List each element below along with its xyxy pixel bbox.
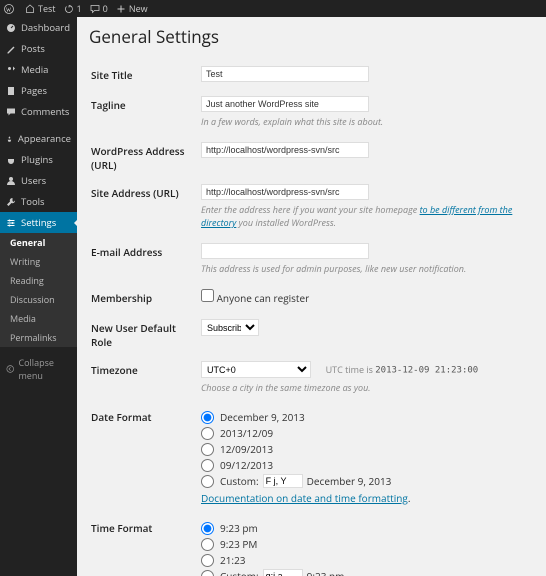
date-format-radio-2[interactable] — [201, 443, 214, 456]
settings-submenu: General Writing Reading Discussion Media… — [0, 233, 77, 347]
wp-url-input[interactable] — [201, 142, 369, 158]
submenu-general[interactable]: General — [0, 233, 77, 252]
utc-prefix: UTC time is — [326, 363, 376, 376]
tagline-label: Tagline — [91, 92, 199, 136]
menu-tools[interactable]: Tools — [0, 191, 77, 212]
time-custom-input[interactable] — [263, 569, 303, 576]
tagline-input[interactable] — [201, 96, 369, 112]
role-select[interactable]: Subscriber — [201, 319, 259, 336]
updates-link[interactable]: 1 — [64, 2, 82, 15]
email-label: E-mail Address — [91, 239, 199, 283]
timezone-select[interactable]: UTC+0 — [201, 361, 311, 378]
utc-time: 2013-12-09 21:23:00 — [375, 366, 478, 376]
menu-appearance[interactable]: Appearance — [0, 128, 77, 149]
main-content: General Settings Site Title Tagline In a… — [77, 17, 546, 576]
site-url-input[interactable] — [201, 184, 369, 200]
menu-dashboard[interactable]: Dashboard — [0, 17, 77, 38]
time-format-label: Time Format — [91, 515, 199, 576]
time-format-radio-custom[interactable] — [201, 570, 214, 576]
collapse-menu[interactable]: Collapse menu — [0, 351, 77, 387]
date-format-radio-1[interactable] — [201, 427, 214, 440]
submenu-reading[interactable]: Reading — [0, 271, 77, 290]
date-format-radio-3[interactable] — [201, 459, 214, 472]
submenu-media[interactable]: Media — [0, 309, 77, 328]
date-format-radio-custom[interactable] — [201, 475, 214, 488]
membership-checkbox-label: Anyone can register — [217, 291, 310, 305]
date-format-label: Date Format — [91, 404, 199, 513]
menu-users[interactable]: Users — [0, 170, 77, 191]
site-title-input[interactable] — [201, 66, 369, 82]
submenu-discussion[interactable]: Discussion — [0, 290, 77, 309]
site-link[interactable]: Test — [25, 2, 56, 15]
new-content-link[interactable]: New — [116, 2, 148, 15]
site-url-desc: Enter the address here if you want your … — [201, 203, 532, 229]
date-doc-link[interactable]: Documentation on date and time formattin… — [201, 491, 408, 505]
membership-checkbox[interactable] — [201, 289, 214, 302]
menu-plugins[interactable]: Plugins — [0, 149, 77, 170]
menu-pages[interactable]: Pages — [0, 80, 77, 101]
date-format-radio-0[interactable] — [201, 411, 214, 424]
menu-settings[interactable]: Settings — [0, 212, 77, 233]
date-custom-input[interactable] — [263, 474, 303, 488]
submenu-writing[interactable]: Writing — [0, 252, 77, 271]
admin-sidebar: Dashboard Posts Media Pages Comments App… — [0, 17, 77, 576]
page-title: General Settings — [89, 25, 534, 48]
submenu-permalinks[interactable]: Permalinks — [0, 328, 77, 347]
site-url-label: Site Address (URL) — [91, 180, 199, 237]
timezone-desc: Choose a city in the same timezone as yo… — [201, 381, 532, 394]
time-format-radio-2[interactable] — [201, 554, 214, 567]
comments-link[interactable]: 0 — [90, 2, 108, 15]
role-label: New User Default Role — [91, 315, 199, 355]
menu-posts[interactable]: Posts — [0, 38, 77, 59]
tagline-desc: In a few words, explain what this site i… — [201, 115, 532, 128]
menu-comments[interactable]: Comments — [0, 101, 77, 122]
wp-url-label: WordPress Address (URL) — [91, 138, 199, 178]
time-format-radio-1[interactable] — [201, 538, 214, 551]
email-desc: This address is used for admin purposes,… — [201, 262, 532, 275]
timezone-label: Timezone — [91, 357, 199, 402]
email-input[interactable] — [201, 243, 369, 259]
wp-logo-icon[interactable] — [4, 4, 17, 14]
time-format-radio-0[interactable] — [201, 522, 214, 535]
membership-label: Membership — [91, 285, 199, 313]
admin-toolbar: Test 1 0 New — [0, 0, 546, 17]
menu-media[interactable]: Media — [0, 59, 77, 80]
site-title-label: Site Title — [91, 62, 199, 90]
